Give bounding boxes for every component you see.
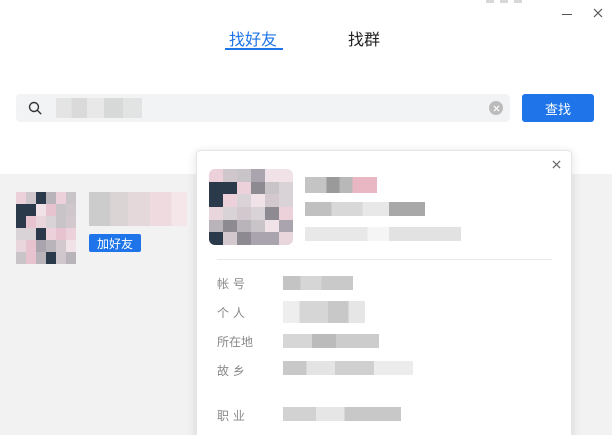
personal-label: 个 人 [217, 306, 245, 320]
profile-avatar [209, 169, 293, 245]
divider [217, 259, 552, 260]
profile-nickname-redacted [305, 177, 377, 193]
location-value-redacted [283, 334, 379, 348]
occupation-label: 职 业 [217, 409, 245, 423]
title-bar-decoration [486, 0, 526, 4]
account-value-redacted [283, 276, 353, 290]
close-icon[interactable] [588, 4, 608, 22]
personal-value-redacted [283, 301, 365, 323]
profile-extra-redacted [305, 227, 461, 241]
hometown-value-redacted [283, 361, 413, 375]
add-friend-button[interactable]: 加好友 [89, 234, 141, 252]
location-label: 所在地 [217, 335, 254, 349]
search-bar[interactable] [16, 94, 510, 122]
occupation-value-redacted [283, 407, 401, 421]
search-input[interactable] [52, 97, 482, 119]
search-icon [28, 101, 42, 115]
active-tab-underline [225, 48, 283, 50]
result-avatar[interactable] [16, 192, 76, 264]
search-button[interactable]: 查找 [522, 94, 594, 122]
close-icon[interactable] [549, 157, 563, 171]
tab-find-groups[interactable]: 找群 [348, 26, 380, 50]
profile-card: 帐 号 个 人 所在地 故 乡 职 业 [196, 150, 572, 435]
minimize-icon[interactable] [557, 4, 577, 22]
tab-find-friends[interactable]: 找好友 [229, 26, 277, 50]
hometown-label: 故 乡 [217, 364, 245, 378]
account-label: 帐 号 [217, 277, 245, 291]
profile-info-redacted [305, 202, 425, 216]
clear-icon[interactable] [489, 101, 503, 115]
result-name-redacted[interactable] [89, 192, 187, 226]
